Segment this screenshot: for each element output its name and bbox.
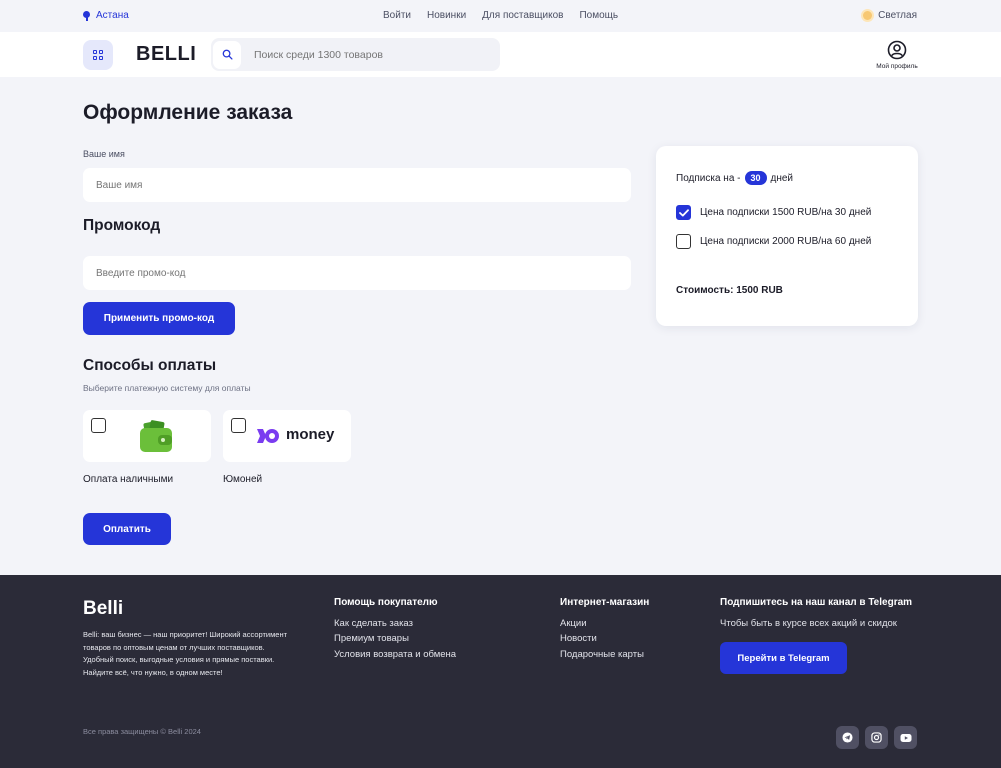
subscription-prefix: Подписка на -: [676, 172, 741, 184]
sun-icon: [863, 11, 873, 20]
footer-description: Belli: ваш бизнес — наш приоритет! Широк…: [83, 630, 288, 677]
cash-label: Оплата наличными: [83, 474, 174, 485]
social-telegram-button[interactable]: [836, 726, 859, 749]
social-instagram-button[interactable]: [865, 726, 888, 749]
city-name: Астана: [96, 10, 129, 21]
option-30-checkbox[interactable]: [676, 205, 691, 220]
total-cost: Стоимость: 1500 RUB: [676, 285, 783, 296]
header: BELLI Мой профиль: [0, 32, 1001, 77]
footer: Belli Belli: ваш бизнес — наш приоритет!…: [0, 575, 1001, 768]
option-60-checkbox[interactable]: [676, 234, 691, 249]
search-input[interactable]: [254, 48, 484, 61]
telegram-title: Подпишитесь на наш канал в Telegram: [720, 597, 913, 608]
name-input[interactable]: [83, 168, 631, 202]
yoomoney-checkbox[interactable]: [231, 418, 246, 433]
social-youtube-button[interactable]: [894, 726, 917, 749]
promo-title: Промокод: [83, 217, 161, 234]
subscription-option-60[interactable]: Цена подписки 2000 RUB/на 60 дней: [676, 234, 871, 249]
payment-subtitle: Выберите платежную систему для оплаты: [83, 383, 251, 393]
catalog-menu-button[interactable]: [83, 40, 113, 70]
profile-button[interactable]: Мой профиль: [872, 40, 922, 70]
telegram-text: Чтобы быть в курсе всех акций и скидок: [720, 618, 897, 629]
days-badge: 30: [744, 171, 767, 185]
days-suffix: дней: [770, 172, 794, 184]
youtube-icon: [900, 733, 911, 742]
option-60-label: Цена подписки 2000 RUB/на 60 дней: [700, 236, 872, 247]
payment-option-cash[interactable]: [83, 410, 211, 462]
page-title: Оформление заказа: [83, 101, 293, 124]
cash-checkbox[interactable]: [91, 418, 106, 433]
theme-label: Светлая: [878, 10, 917, 21]
subscription-option-30[interactable]: Цена подписки 1500 RUB/на 30 дней: [676, 205, 871, 220]
search-icon: [222, 49, 233, 60]
yoomoney-label: Юмоней: [223, 474, 263, 485]
theme-toggle[interactable]: Светлая: [863, 10, 917, 21]
pay-button[interactable]: Оплатить: [83, 513, 171, 545]
telegram-icon: [842, 732, 853, 743]
nav-login-link[interactable]: Войти: [383, 10, 411, 21]
top-bar: Астана Войти Новинки Для поставщиков Пом…: [0, 0, 1001, 32]
yoomoney-logo: [257, 429, 279, 443]
logo[interactable]: BELLI: [136, 43, 196, 66]
search-button[interactable]: [213, 40, 241, 69]
telegram-button[interactable]: Перейти в Telegram: [720, 642, 847, 674]
promo-input[interactable]: [83, 256, 631, 290]
footer-link-how-to-order[interactable]: Как сделать заказ: [334, 618, 413, 629]
city-selector[interactable]: Астана: [83, 10, 129, 21]
footer-link-premium[interactable]: Премиум товары: [334, 633, 409, 644]
shop-column-title: Интернет-магазин: [560, 597, 650, 608]
grid-icon: [93, 50, 103, 60]
footer-link-promotions[interactable]: Акции: [560, 618, 587, 629]
name-label: Ваше имя: [83, 149, 125, 159]
footer-link-news[interactable]: Новости: [560, 633, 597, 644]
footer-link-returns[interactable]: Условия возврата и обмена: [334, 649, 456, 660]
subscription-period: Подписка на - 30 дней: [676, 171, 793, 185]
top-nav: Войти Новинки Для поставщиков Помощь: [383, 10, 618, 21]
apply-promo-button[interactable]: Применить промо-код: [83, 302, 235, 335]
nav-suppliers-link[interactable]: Для поставщиков: [482, 10, 563, 21]
option-30-label: Цена подписки 1500 RUB/на 30 дней: [700, 207, 872, 218]
copyright: Все права защищены © Belli 2024: [83, 727, 201, 736]
nav-help-link[interactable]: Помощь: [579, 10, 618, 21]
user-icon: [887, 40, 907, 60]
profile-label: Мой профиль: [876, 63, 918, 70]
nav-new-link[interactable]: Новинки: [427, 10, 466, 21]
location-pin-icon: [83, 10, 90, 21]
payment-title: Способы оплаты: [83, 357, 217, 374]
help-column-title: Помощь покупателю: [334, 597, 438, 608]
payment-option-yoomoney[interactable]: money: [223, 410, 351, 462]
subscription-summary-card: Подписка на - 30 дней Цена подписки 1500…: [656, 146, 918, 326]
check-icon: [678, 208, 689, 216]
footer-logo[interactable]: Belli: [83, 598, 123, 620]
search-bar: [211, 38, 500, 71]
instagram-icon: [871, 732, 882, 743]
wallet-icon: [140, 420, 172, 452]
footer-link-gift-cards[interactable]: Подарочные карты: [560, 649, 644, 660]
yoomoney-brand-text: money: [286, 426, 335, 443]
